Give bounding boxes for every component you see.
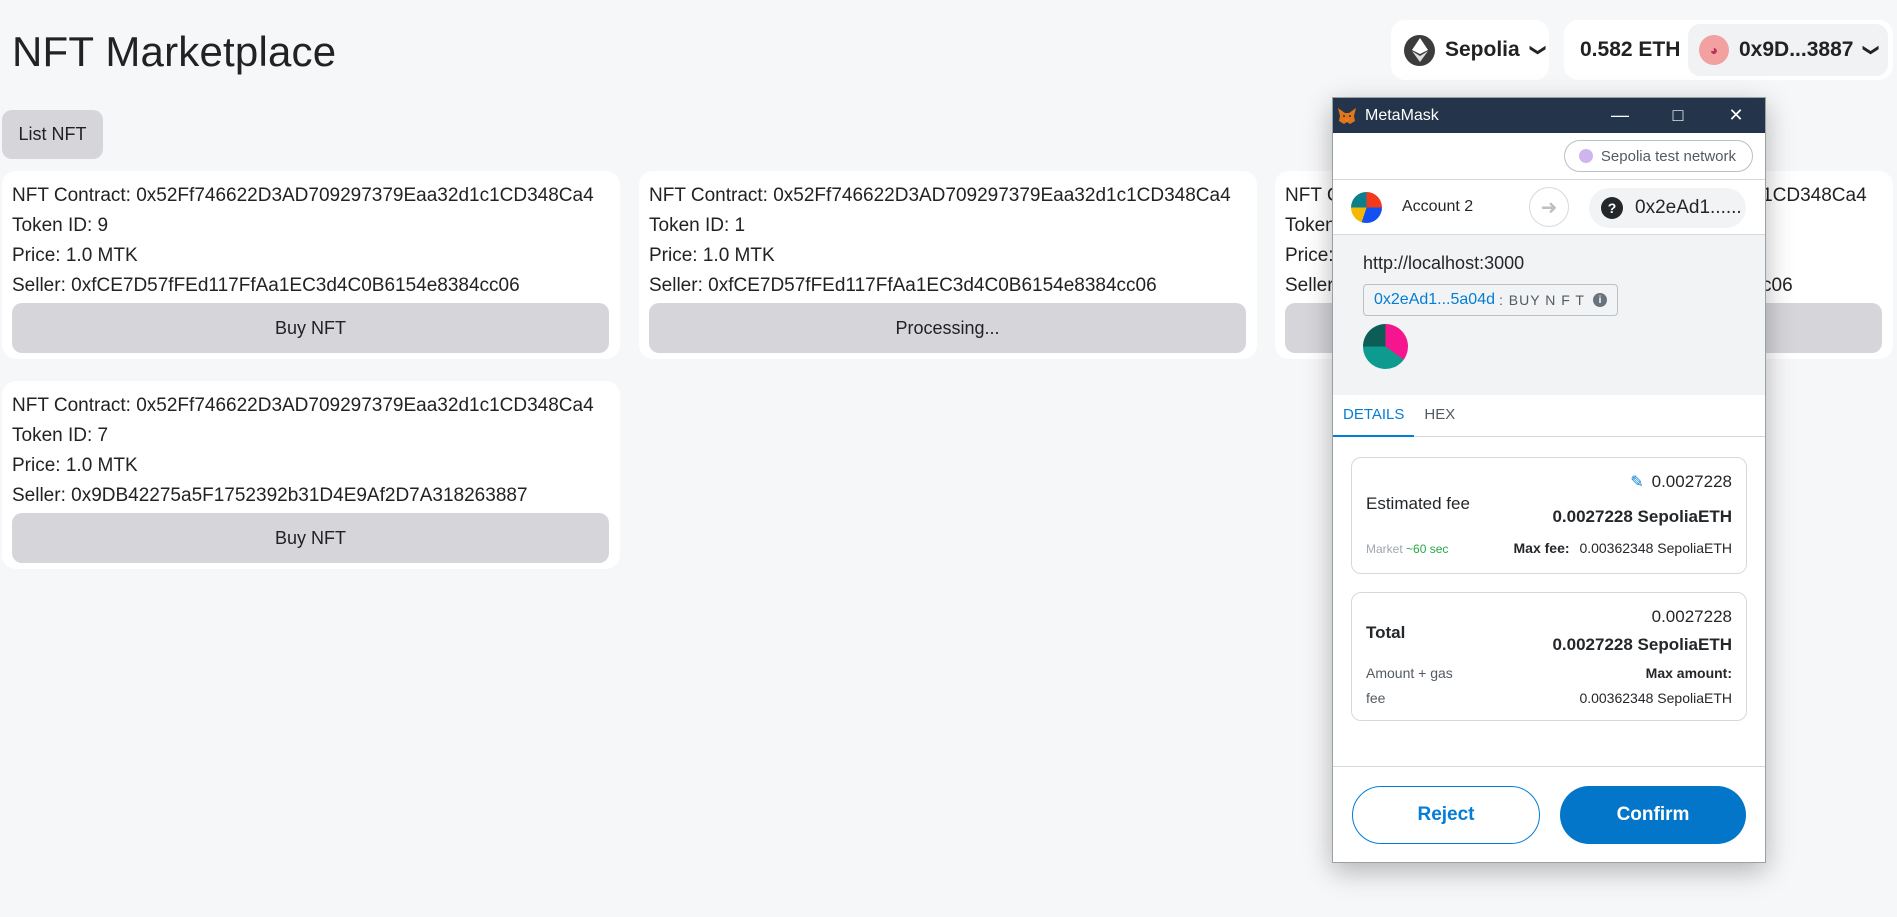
amount-gas-line1: Amount + gas: [1366, 665, 1453, 681]
nft-card: NFT Contract: 0x52Ff746622D3AD709297379E…: [639, 171, 1257, 359]
metamask-window: MetaMask — □ ✕ Sepolia test network Acco…: [1332, 97, 1766, 863]
origin-section: http://localhost:3000 0x2eAd1...5a04d : …: [1333, 235, 1765, 395]
nft-card: NFT Contract: 0x52Ff746622D3AD709297379E…: [2, 171, 620, 359]
metamask-fox-icon: [1338, 107, 1356, 124]
arrow-right-icon: ➜: [1529, 187, 1569, 227]
contract-address-link[interactable]: 0x2eAd1...5a04d: [1374, 291, 1495, 309]
max-fee-value: 0.00362348 SepoliaETH: [1579, 540, 1732, 556]
nft-card: NFT Contract: 0x52Ff746622D3AD709297379E…: [2, 381, 620, 569]
tab-details[interactable]: DETAILS: [1333, 395, 1415, 437]
buy-nft-button[interactable]: Buy NFT: [12, 513, 609, 563]
recipient-address[interactable]: ? 0x2eAd1......: [1589, 188, 1746, 228]
buy-nft-button[interactable]: Buy NFT: [12, 303, 609, 353]
nft-seller: Seller: 0xfCE7D57fFEd117FfAa1EC3d4C0B615…: [649, 275, 1157, 296]
edit-pencil-icon[interactable]: ✎: [1630, 474, 1643, 491]
confirm-button[interactable]: Confirm: [1560, 786, 1746, 844]
nft-seller: Seller: 0xfCE7D57fFEd117FfAa1EC3d4C0B615…: [12, 275, 520, 296]
nft-contract: NFT Contract: 0x52Ff746622D3AD709297379E…: [12, 185, 594, 206]
account-row: Account 2 ➜ ? 0x2eAd1......: [1333, 179, 1765, 235]
page-title: NFT Marketplace: [12, 28, 337, 75]
total-label: Total: [1366, 623, 1406, 642]
nft-contract: NFT Contract: 0x52Ff746622D3AD709297379E…: [649, 185, 1231, 206]
network-badge: Sepolia test network: [1563, 140, 1753, 172]
action-footer: Reject Confirm: [1333, 766, 1765, 863]
max-amount-value: 0.00362348 SepoliaETH: [1579, 690, 1732, 706]
tab-bar: DETAILS HEX: [1333, 395, 1765, 437]
tab-hex[interactable]: HEX: [1414, 395, 1465, 437]
account-address: 0x9D...3887: [1739, 38, 1854, 61]
network-name: Sepolia: [1445, 38, 1520, 61]
account-jazzicon-icon: [1351, 191, 1382, 223]
reject-button[interactable]: Reject: [1352, 786, 1540, 844]
estimated-fee-box: Estimated fee ✎ 0.0027228 0.0027228 Sepol…: [1351, 457, 1747, 574]
account-selector[interactable]: ◕ 0x9D...3887 ❯: [1688, 24, 1888, 76]
nft-seller: Seller: 0x9DB42275a5F1752392b31D4E9Af2D7…: [12, 485, 528, 506]
account-avatar-icon: ◕: [1699, 35, 1729, 65]
list-nft-button[interactable]: List NFT: [2, 110, 103, 159]
network-badge-label: Sepolia test network: [1600, 147, 1736, 165]
method-name: : BUY N F T: [1499, 292, 1585, 308]
recipient-address-label: 0x2eAd1......: [1635, 197, 1742, 218]
market-time: ~60 sec: [1406, 542, 1449, 556]
nft-token-id: Token ID: 7: [12, 425, 109, 446]
max-fee-label: Max fee:: [1513, 540, 1570, 556]
nft-contract: NFT Contract: 0x52Ff746622D3AD709297379E…: [12, 395, 594, 416]
market-label: Market: [1366, 542, 1403, 556]
question-icon: ?: [1601, 197, 1623, 219]
network-selector[interactable]: Sepolia ❯: [1391, 20, 1549, 80]
wallet-account-pill: 0.582 ETH ◕ 0x9D...3887 ❯: [1564, 20, 1893, 80]
total-bold: 0.0027228 SepoliaETH: [1552, 635, 1732, 654]
amount-gas-line2: fee: [1366, 690, 1386, 706]
nft-token-id: Token ID: 1: [649, 215, 746, 236]
account-name: Account 2: [1402, 198, 1474, 215]
origin-url: http://localhost:3000: [1363, 253, 1525, 273]
nft-token-id: Token ID: 9: [12, 215, 109, 236]
metamask-titlebar: MetaMask — □ ✕: [1333, 98, 1765, 133]
minimize-icon[interactable]: —: [1591, 105, 1649, 126]
fee-bold: 0.0027228 SepoliaETH: [1552, 507, 1732, 526]
info-icon[interactable]: i: [1592, 293, 1607, 307]
estimated-fee-label: Estimated fee: [1366, 494, 1470, 513]
chevron-down-icon: ❯: [1863, 43, 1881, 57]
nft-price: Price: 1.0 MTK: [12, 455, 138, 476]
wallet-balance: 0.582 ETH: [1580, 38, 1681, 61]
window-title: MetaMask: [1365, 106, 1439, 124]
chevron-down-icon: ❯: [1529, 43, 1547, 57]
method-box[interactable]: 0x2eAd1...5a04d : BUY N F T i: [1363, 284, 1618, 316]
max-amount-label: Max amount:: [1645, 665, 1732, 681]
network-dot-icon: [1578, 149, 1593, 163]
contract-avatar-icon: [1363, 324, 1408, 369]
processing-button[interactable]: Processing...: [649, 303, 1246, 353]
nft-price: Price: 1.0 MTK: [12, 245, 138, 266]
total-box: Total 0.0027228 0.0027228 SepoliaETH Amo…: [1351, 592, 1747, 721]
ethereum-icon: [1404, 34, 1435, 66]
maximize-icon[interactable]: □: [1649, 105, 1707, 126]
close-icon[interactable]: ✕: [1707, 105, 1765, 126]
nft-price: Price: 1.0 MTK: [649, 245, 775, 266]
total-small: 0.0027228: [1651, 607, 1732, 626]
fee-small: 0.0027228: [1651, 472, 1732, 491]
